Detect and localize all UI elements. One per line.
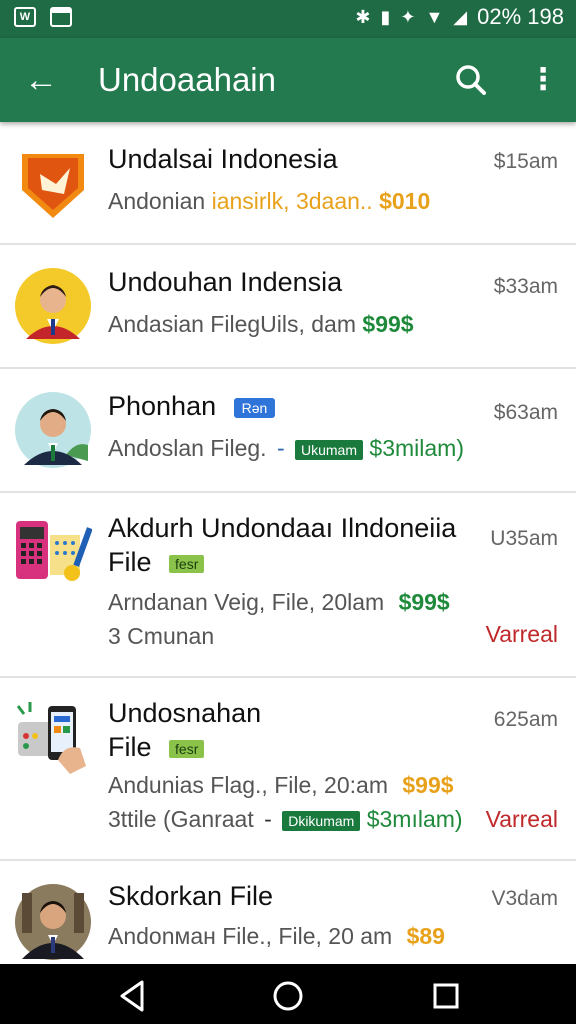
page-title: Undoaahain: [98, 61, 276, 98]
data-icon: ✦: [400, 6, 416, 27]
item-detail: 3 Cmunan: [108, 623, 215, 649]
item-title: Undosnahan: [108, 698, 262, 728]
bluetooth-icon: ✱: [355, 6, 371, 27]
file-list: Undalsai Indonesia $15am Andonian iansir…: [0, 122, 576, 964]
status-badge: Varreal: [485, 621, 558, 647]
app-bar: ← Undoaahain ⋮: [0, 38, 576, 122]
item-price: $3milam): [369, 435, 464, 461]
item-title: Phonhan: [108, 391, 217, 421]
item-subtitle: Andunias Flag., File, 20:am: [108, 772, 388, 798]
item-detail: 3ttile (Ganraat: [108, 806, 254, 832]
list-item[interactable]: Undosnahan File fesr 625am Andunias Flag…: [0, 678, 576, 861]
item-time: $63am: [493, 401, 558, 424]
item-title: Skdorkan File: [108, 881, 274, 911]
nav-home-icon[interactable]: [273, 981, 303, 1011]
navigation-bar: [0, 964, 576, 1024]
item-price: $99$: [362, 311, 414, 337]
item-price: $99$: [398, 589, 450, 615]
nav-back-icon[interactable]: [120, 980, 144, 1012]
file-logo-icon: [14, 144, 92, 222]
item-tag: fesr: [169, 739, 205, 758]
status-bar: W ✱ ▮ ✦ ▼ ◢ 02% 198: [0, 0, 576, 38]
avatar: [14, 883, 92, 961]
sim-icon: ▮: [380, 6, 391, 27]
window-icon: [50, 7, 72, 27]
phone-hand-icon: [14, 700, 92, 778]
status-text: 02% 198: [477, 4, 564, 29]
item-title: Undalsai Indonesia: [108, 144, 338, 174]
item-title-line2: File: [108, 547, 152, 577]
item-tag: fesr: [169, 554, 205, 573]
list-item[interactable]: Phonhan Rən $63am Andoslan Fileg. - Ukum…: [0, 369, 576, 493]
nav-recents-icon[interactable]: [433, 983, 459, 1009]
item-title-line2: File: [108, 732, 152, 762]
signal-icon: ◢: [453, 6, 468, 27]
item-title: Akdurh Undondaaı Ilndoneiia: [108, 513, 457, 543]
more-options-icon[interactable]: ⋮: [528, 60, 558, 100]
item-price: $99$: [402, 772, 454, 798]
list-item[interactable]: Skdorkan File V3dam Andonман File., File…: [0, 861, 576, 964]
separator: -: [264, 806, 272, 832]
back-arrow-icon[interactable]: ←: [24, 60, 58, 100]
item-subtitle: Arndanan Veig, File, 20lam: [108, 589, 385, 615]
calculator-icon: [14, 515, 93, 593]
status-badge: Varreal: [485, 806, 558, 832]
item-time: 625am: [493, 708, 558, 731]
item-price: $010: [379, 188, 431, 214]
item-subtitle: Andoslan Fileg.: [108, 435, 267, 461]
item-subtitle: Andasian FilegUils, dam: [108, 311, 357, 337]
item-subtitle: Andonман File., File, 20 am: [108, 923, 393, 949]
item-time: V3dam: [491, 887, 558, 910]
wifi-icon: ▼: [425, 6, 444, 27]
item-badge: Ukumam: [295, 439, 364, 460]
search-icon[interactable]: [452, 60, 490, 100]
item-title: Undouhan Indensia: [108, 267, 343, 297]
list-item[interactable]: Undouhan Indensia $33am Andasian FilegUi…: [0, 245, 576, 369]
item-subtitle: Andonian: [108, 188, 206, 214]
avatar: [14, 391, 92, 469]
notification-icon: W: [14, 7, 36, 27]
item-time: $15am: [493, 150, 558, 173]
avatar: [14, 267, 92, 345]
item-price-secondary: $3mılam): [366, 806, 463, 832]
item-tag: Rən: [233, 397, 276, 418]
item-badge: Dkikumam: [282, 810, 361, 831]
item-time: U35am: [490, 527, 558, 550]
list-item[interactable]: Undalsai Indonesia $15am Andonian iansir…: [0, 122, 576, 245]
list-item[interactable]: Akdurh Undondaaı Ilndoneiia File fesr U3…: [0, 493, 576, 678]
separator: -: [276, 435, 285, 461]
item-price: $89: [406, 923, 445, 949]
item-time: $33am: [493, 275, 558, 298]
item-subtitle-highlight: iansirlk, 3daan..: [211, 188, 373, 214]
